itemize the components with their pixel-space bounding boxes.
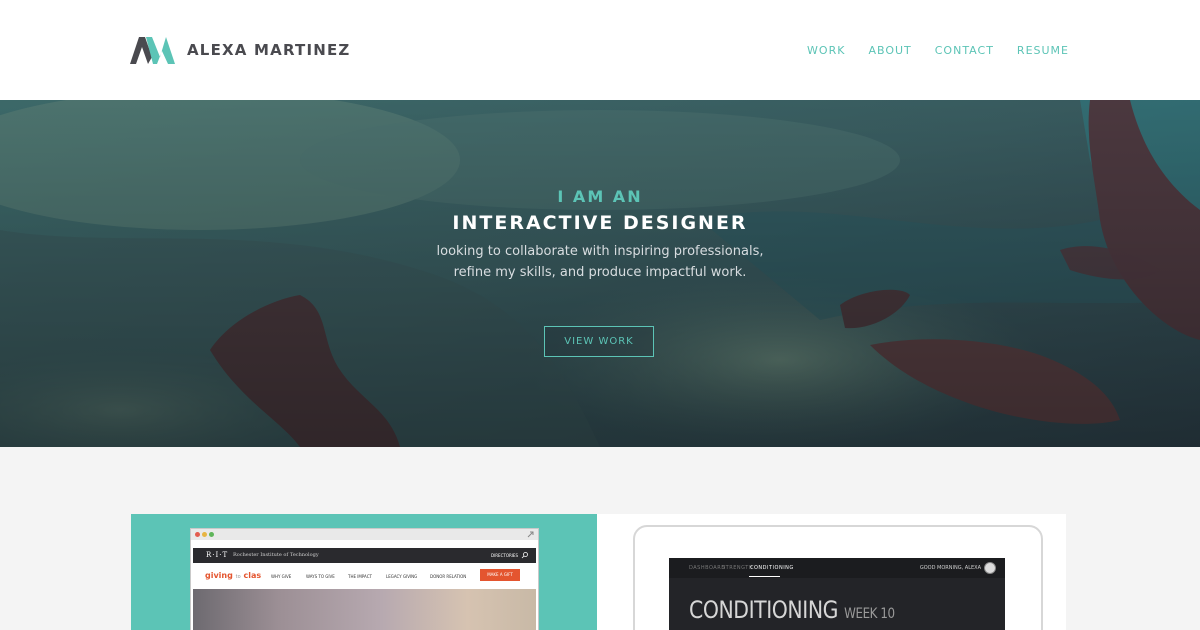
hero-kicker: I AM AN [557, 187, 643, 206]
project-card-rit[interactable]: R·I·T Rochester Institute of Technology … [131, 514, 597, 630]
app-topbar: DASHBOARD STRENGTH CONDITIONING GOOD MOR… [669, 558, 1005, 578]
site-nav-item: LEGACY GIVING [386, 574, 418, 579]
app-greeting: GOOD MORNING, ALEXA [919, 565, 981, 571]
app-tab-strength: STRENGTH [722, 565, 754, 571]
browser-mockup: R·I·T Rochester Institute of Technology … [190, 528, 539, 630]
site-hero-photo [193, 589, 536, 630]
giving-site-nav: giving to clas WHY GIVE WAYS TO GIVE THE… [193, 565, 536, 589]
app-tab-conditioning: CONDITIONING [750, 565, 794, 571]
app-tab-dashboard: DASHBOARD [689, 565, 726, 571]
maximize-dot-icon [209, 532, 214, 537]
nav-resume-link[interactable]: RESUME [1017, 44, 1069, 57]
avatar [984, 562, 996, 574]
close-dot-icon [195, 532, 200, 537]
hero-section: I AM AN INTERACTIVE DESIGNER looking to … [0, 100, 1200, 447]
view-work-button[interactable]: VIEW WORK [544, 326, 654, 357]
main-nav: WORK ABOUT CONTACT RESUME [807, 44, 1069, 57]
app-page-title: CONDITIONING WEEK 10 [689, 596, 895, 624]
active-tab-indicator [749, 576, 780, 577]
rit-topbar: R·I·T Rochester Institute of Technology … [193, 548, 536, 563]
search-icon [521, 552, 528, 559]
minimize-dot-icon [202, 532, 207, 537]
site-header: ALEXA MARTINEZ WORK ABOUT CONTACT RESUME [0, 0, 1200, 100]
browser-titlebar [191, 529, 538, 540]
hero-subline-2: refine my skills, and produce impactful … [453, 265, 747, 280]
project-card-conditioning[interactable]: DASHBOARD STRENGTH CONDITIONING GOOD MOR… [597, 514, 1066, 630]
nav-work-link[interactable]: WORK [807, 44, 845, 57]
logo-icon[interactable] [130, 37, 175, 64]
hero-headline: INTERACTIVE DESIGNER [452, 212, 748, 234]
hero-subline-1: looking to collaborate with inspiring pr… [436, 244, 764, 259]
site-nav-item: THE IMPACT [348, 574, 372, 579]
fullscreen-icon [527, 531, 534, 538]
rit-directories-link: DIRECTORIES [491, 553, 518, 558]
brand-name[interactable]: ALEXA MARTINEZ [187, 41, 351, 59]
nav-about-link[interactable]: ABOUT [868, 44, 911, 57]
rit-institution-name: Rochester Institute of Technology [233, 552, 319, 558]
site-nav-item: WAYS TO GIVE [306, 574, 335, 579]
giving-logo: giving to clas [205, 571, 262, 580]
app-screen: DASHBOARD STRENGTH CONDITIONING GOOD MOR… [669, 558, 1005, 630]
hero-content: I AM AN INTERACTIVE DESIGNER looking to … [0, 100, 1200, 447]
make-a-gift-button: MAKE A GIFT [480, 569, 520, 581]
site-nav-item: WHY GIVE [271, 574, 292, 579]
site-nav-item: DONOR RELATION [430, 574, 467, 579]
nav-contact-link[interactable]: CONTACT [935, 44, 994, 57]
rit-logo: R·I·T [206, 551, 229, 559]
